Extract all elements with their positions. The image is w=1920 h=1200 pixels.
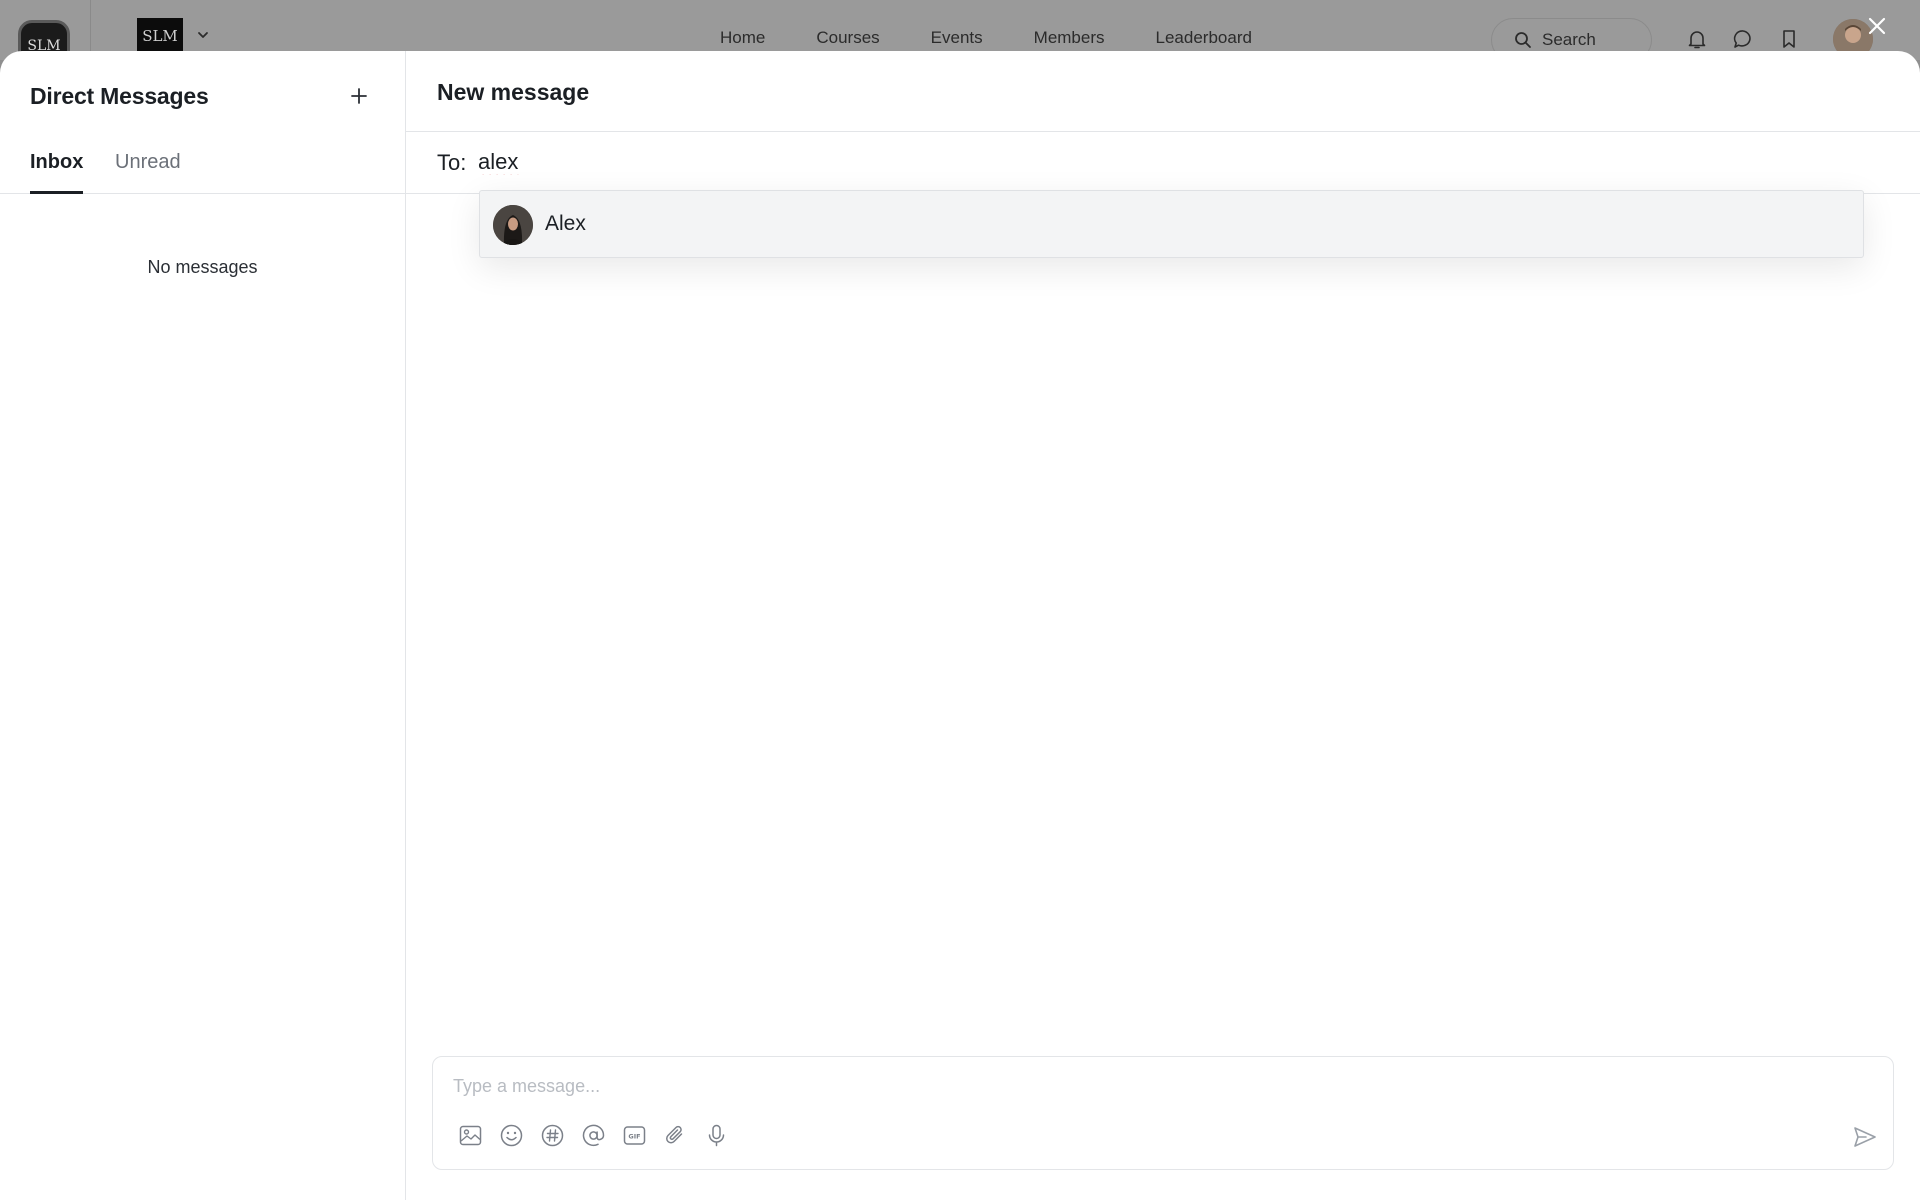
logo-divider xyxy=(90,0,91,52)
close-icon[interactable] xyxy=(1864,13,1890,39)
bookmark-icon[interactable] xyxy=(1778,28,1800,50)
new-message-button[interactable] xyxy=(346,83,372,109)
nav-leaderboard[interactable]: Leaderboard xyxy=(1156,28,1252,48)
message-input[interactable] xyxy=(453,1071,1833,1101)
nav-members[interactable]: Members xyxy=(1034,28,1105,48)
chat-icon[interactable] xyxy=(1732,28,1754,50)
nav-events[interactable]: Events xyxy=(931,28,983,48)
gif-icon[interactable]: GIF xyxy=(621,1122,648,1149)
empty-state-text: No messages xyxy=(147,257,258,277)
bell-icon[interactable] xyxy=(1686,28,1708,50)
composer-toolbar: GIF xyxy=(457,1122,730,1149)
recipient-suggestion[interactable]: Alex xyxy=(479,190,1864,258)
mention-icon[interactable] xyxy=(580,1122,607,1149)
suggestion-name: Alex xyxy=(545,212,586,235)
nav-home[interactable]: Home xyxy=(720,28,765,48)
emoji-icon[interactable] xyxy=(498,1122,525,1149)
dm-tabs: Inbox Unread xyxy=(0,151,405,194)
send-icon[interactable] xyxy=(1851,1123,1879,1151)
tab-unread[interactable]: Unread xyxy=(115,151,181,194)
tab-inbox[interactable]: Inbox xyxy=(30,151,84,194)
svg-text:GIF: GIF xyxy=(628,1133,640,1141)
dm-sidebar: Direct Messages Inbox Unread No messages xyxy=(0,51,406,1200)
to-label: To: xyxy=(437,150,467,175)
chevron-down-icon[interactable] xyxy=(196,28,210,42)
message-composer: GIF xyxy=(432,1056,1894,1170)
space-logo-text: SLM xyxy=(142,27,178,45)
recipient-row: To: xyxy=(406,132,1920,194)
avatar xyxy=(493,205,533,245)
search-icon xyxy=(1514,31,1532,49)
pane-header: New message xyxy=(406,51,1920,132)
direct-messages-modal: Direct Messages Inbox Unread No messages… xyxy=(0,51,1920,1200)
page-title: New message xyxy=(437,79,590,105)
sidebar-title: Direct Messages xyxy=(30,83,209,109)
hashtag-icon[interactable] xyxy=(539,1122,566,1149)
recipient-input[interactable] xyxy=(478,146,1078,178)
microphone-icon[interactable] xyxy=(703,1122,730,1149)
main-nav: Home Courses Events Members Leaderboard xyxy=(720,28,1252,48)
search-label: Search xyxy=(1542,30,1596,49)
nav-courses[interactable]: Courses xyxy=(816,28,879,48)
space-logo[interactable]: SLM xyxy=(137,18,183,54)
new-message-pane: New message To: Alex xyxy=(406,51,1920,1200)
attachment-icon[interactable] xyxy=(662,1122,689,1149)
plus-icon xyxy=(346,83,372,109)
image-icon[interactable] xyxy=(457,1122,484,1149)
